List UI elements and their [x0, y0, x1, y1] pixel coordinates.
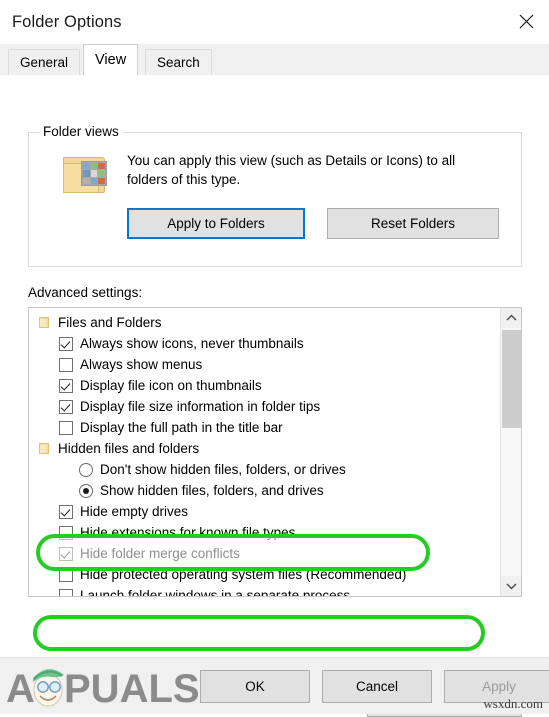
settings-row-label: Hide folder merge conflicts — [80, 546, 240, 561]
settings-row-label: Show hidden files, folders, and drives — [100, 483, 324, 498]
settings-row[interactable]: Show hidden files, folders, and drives — [29, 480, 499, 501]
radio-unselected[interactable] — [79, 462, 93, 477]
settings-row-label: Hidden files and folders — [58, 441, 200, 456]
settings-row[interactable]: Always show menus — [29, 354, 499, 375]
folder-views-icon — [61, 153, 109, 197]
checkbox-unchecked[interactable] — [59, 588, 73, 596]
checkbox-unchecked[interactable] — [59, 567, 73, 582]
close-icon[interactable] — [503, 0, 549, 42]
chevron-down-icon[interactable] — [501, 576, 521, 596]
advanced-settings-list[interactable]: Files and Folders Always show icons, neve… — [28, 307, 522, 597]
settings-row[interactable]: Always show icons, never thumbnails — [29, 333, 499, 354]
advanced-settings-label: Advanced settings: — [28, 285, 143, 300]
highlight-hide-protected-files — [33, 615, 485, 651]
scrollbar-thumb[interactable] — [502, 330, 521, 428]
folder-icon — [39, 442, 51, 455]
settings-row[interactable]: Hidden files and folders — [29, 438, 499, 459]
cancel-button[interactable]: Cancel — [322, 670, 432, 703]
settings-row[interactable]: Files and Folders — [29, 312, 499, 333]
checkbox-checked[interactable] — [59, 399, 73, 414]
settings-row[interactable]: Hide folder merge conflicts — [29, 543, 499, 564]
settings-row-label: Don't show hidden files, folders, or dri… — [100, 462, 346, 477]
settings-row-label: Files and Folders — [58, 315, 162, 330]
folder-views-legend: Folder views — [39, 124, 123, 139]
settings-row-label: Always show icons, never thumbnails — [80, 336, 304, 351]
tab-search[interactable]: Search — [145, 49, 212, 75]
checkbox-unchecked[interactable] — [59, 357, 73, 372]
title-bar: Folder Options — [0, 0, 549, 44]
tab-general[interactable]: General — [8, 49, 81, 75]
settings-row[interactable]: Hide protected operating system files (R… — [29, 564, 499, 585]
settings-row-label: Hide protected operating system files (R… — [80, 567, 407, 582]
advanced-settings-rows: Files and Folders Always show icons, neve… — [29, 308, 499, 597]
settings-row[interactable]: Display file icon on thumbnails — [29, 375, 499, 396]
settings-row[interactable]: Don't show hidden files, folders, or dri… — [29, 459, 499, 480]
dialog-body: Folder views You can apply this view (su… — [0, 76, 549, 717]
settings-row-label: Always show menus — [80, 357, 203, 372]
folder-thumbnail-grid — [81, 161, 107, 186]
settings-row-label: Display file icon on thumbnails — [80, 378, 262, 393]
reset-folders-button[interactable]: Reset Folders — [327, 208, 499, 239]
folder-views-description: You can apply this view (such as Details… — [127, 153, 456, 187]
settings-row-label: Launch folder windows in a separate proc… — [80, 588, 351, 597]
window-title: Folder Options — [12, 12, 122, 31]
chevron-down-glyph — [506, 583, 516, 590]
settings-row[interactable]: Display the full path in the title bar — [29, 417, 499, 438]
tab-strip: General View Search — [0, 44, 549, 76]
checkbox-checked[interactable] — [59, 546, 73, 561]
close-glyph — [519, 14, 533, 28]
settings-row[interactable]: Hide extensions for known file types — [29, 522, 499, 543]
checkbox-unchecked[interactable] — [59, 420, 73, 435]
settings-row-label: Display the full path in the title bar — [80, 420, 283, 435]
advanced-settings-scrollbar[interactable] — [500, 308, 521, 596]
settings-row[interactable]: Hide empty drives — [29, 501, 499, 522]
chevron-up-icon[interactable] — [501, 308, 521, 328]
checkbox-checked[interactable] — [59, 378, 73, 393]
settings-row[interactable]: Launch folder windows in a separate proc… — [29, 585, 499, 597]
checkbox-checked[interactable] — [59, 336, 73, 351]
ok-button[interactable]: OK — [200, 670, 310, 703]
dialog-footer: OK Cancel Apply — [0, 657, 549, 714]
checkbox-checked[interactable] — [59, 504, 73, 519]
apply-button: Apply — [444, 670, 549, 703]
checkbox-unchecked[interactable] — [59, 525, 73, 540]
settings-row-label: Display file size information in folder … — [80, 399, 321, 414]
tab-view[interactable]: View — [83, 44, 139, 75]
radio-selected[interactable] — [79, 483, 93, 498]
folder-views-group: Folder views You can apply this view (su… — [28, 124, 522, 267]
folder-icon — [39, 316, 51, 329]
apply-to-folders-button[interactable]: Apply to Folders — [127, 208, 305, 239]
settings-row-label: Hide extensions for known file types — [80, 525, 296, 540]
settings-row-label: Hide empty drives — [80, 504, 189, 519]
settings-row[interactable]: Display file size information in folder … — [29, 396, 499, 417]
chevron-up-glyph — [506, 314, 516, 321]
